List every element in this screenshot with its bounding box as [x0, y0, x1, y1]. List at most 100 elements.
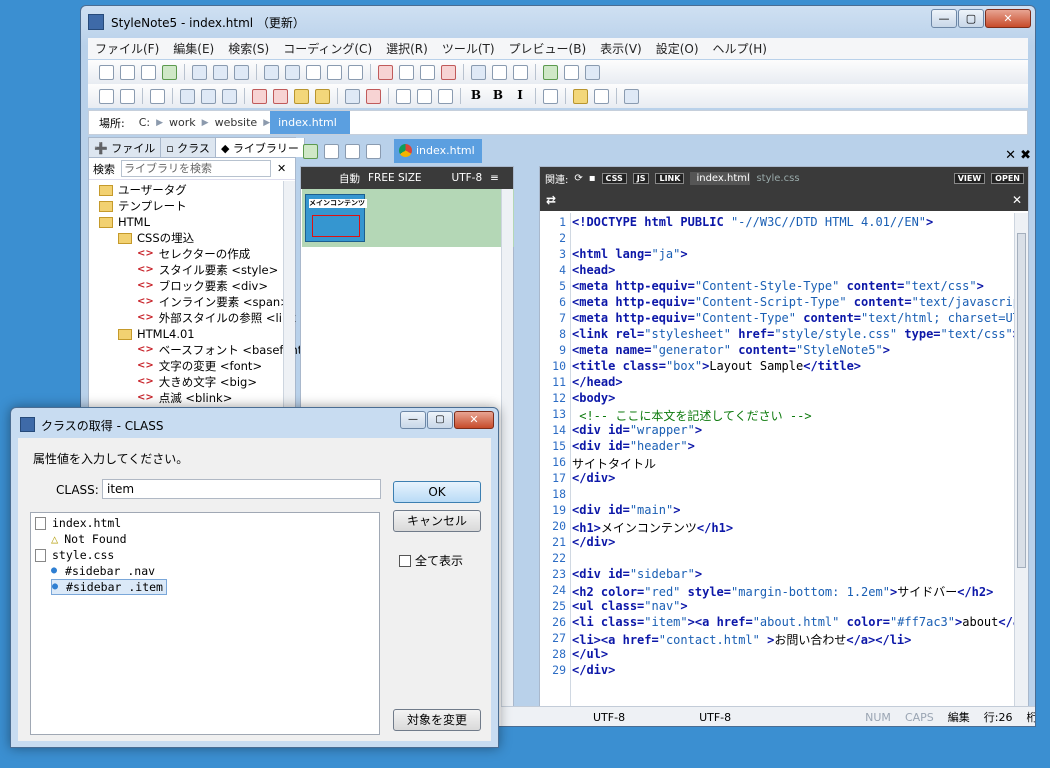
show-all-checkbox[interactable]: 全て表示	[399, 552, 463, 569]
tree-item[interactable]: <> セレクターの作成	[99, 246, 295, 262]
class-list-item[interactable]: style.css	[35, 547, 114, 563]
undo-icon[interactable]	[264, 64, 279, 80]
view-button[interactable]: VIEW	[953, 172, 986, 184]
js-button[interactable]: JS	[632, 172, 650, 184]
redo-icon[interactable]	[285, 64, 300, 80]
breadcrumb-work[interactable]: work	[163, 116, 202, 129]
dialog-maximize-button[interactable]: ▢	[427, 411, 453, 429]
pen-icon[interactable]	[99, 88, 114, 104]
menu-select[interactable]: 選択(R)	[379, 40, 435, 57]
select-icon[interactable]	[585, 64, 600, 80]
code-line[interactable]: <h2 color="red" style="margin-bottom: 1.…	[572, 583, 993, 600]
related-file-other[interactable]: style.css	[756, 173, 799, 184]
paste-icon[interactable]	[348, 64, 363, 80]
tools-icon[interactable]	[120, 88, 135, 104]
code-line[interactable]: <div id="main">	[572, 503, 680, 517]
change-target-button[interactable]: 対象を変更	[393, 709, 481, 731]
doc-red-icon[interactable]	[441, 64, 456, 80]
status-encoding-1[interactable]: UTF-8	[593, 711, 625, 724]
code-line[interactable]: <meta http-equiv="Content-Style-Type" co…	[572, 279, 984, 293]
tree-item[interactable]: テンプレート	[99, 198, 295, 214]
menu-coding[interactable]: コーディング(C)	[276, 40, 379, 57]
align-right-icon[interactable]	[438, 88, 453, 104]
page-icon[interactable]	[543, 88, 558, 104]
table-icon[interactable]	[345, 88, 360, 104]
open-button[interactable]: OPEN	[991, 172, 1024, 184]
link-button[interactable]: LINK	[655, 172, 685, 184]
preview-encoding[interactable]: UTF-8	[452, 172, 483, 184]
doc-list-icon[interactable]	[420, 64, 435, 80]
code-line[interactable]: <head>	[572, 263, 615, 277]
copy-icon[interactable]	[327, 64, 342, 80]
code-line[interactable]: <li class="item"><a href="about.html" co…	[572, 615, 1027, 629]
browser-icon[interactable]	[543, 64, 558, 80]
align-left-icon[interactable]	[396, 88, 411, 104]
tab-list-icon[interactable]	[345, 143, 360, 159]
image2-icon[interactable]	[594, 88, 609, 104]
code-line[interactable]: <h1>メインコンテンツ</h1>	[572, 519, 733, 536]
delete-icon[interactable]	[366, 88, 381, 104]
folder-icon[interactable]	[294, 88, 309, 104]
save-all-icon[interactable]	[162, 64, 177, 80]
class-list-item[interactable]: index.html	[35, 515, 121, 531]
code-scrollbar[interactable]	[1014, 213, 1028, 726]
class-list-item[interactable]: △ Not Found	[51, 531, 127, 547]
italic-button[interactable]: I	[512, 88, 528, 104]
code-line[interactable]: </div>	[572, 535, 615, 549]
related-file-active[interactable]: index.html	[690, 171, 751, 185]
tree-item[interactable]: <> 点滅 <blink>	[99, 390, 295, 406]
tab-class[interactable]: ▫ クラス	[161, 138, 216, 157]
tree-item[interactable]: <> 外部スタイルの参照 <link	[99, 310, 296, 326]
title-bar[interactable]: StyleNote5 - index.html （更新） — ▢ ✕	[81, 6, 1035, 36]
bold-button[interactable]: B	[490, 88, 506, 104]
menu-icon[interactable]: ≡	[490, 172, 499, 184]
tree-item[interactable]: HTML	[99, 214, 295, 230]
code-line[interactable]: <!-- ここに本文を記述してください -->	[572, 407, 811, 424]
code-line[interactable]: <div id="sidebar">	[572, 567, 702, 581]
close-button[interactable]: ✕	[985, 9, 1031, 28]
folder2-icon[interactable]	[315, 88, 330, 104]
menu-preview[interactable]: プレビュー(B)	[502, 40, 594, 57]
home-icon[interactable]	[492, 64, 507, 80]
menu-search[interactable]: 検索(S)	[221, 40, 276, 57]
code-line[interactable]: <meta http-equiv="Content-Type" content=…	[572, 311, 1027, 325]
css-button[interactable]: CSS	[601, 172, 627, 184]
comment-icon[interactable]	[624, 88, 639, 104]
code-line[interactable]: <div id="wrapper">	[572, 423, 702, 437]
cut-icon[interactable]	[306, 64, 321, 80]
next-tab-icon[interactable]	[366, 143, 381, 159]
tree-item[interactable]: HTML4.01	[99, 326, 295, 342]
tree-item[interactable]: <> スタイル要素 <style>	[99, 262, 295, 278]
find-next-icon[interactable]	[234, 64, 249, 80]
image-icon[interactable]	[573, 88, 588, 104]
menu-view[interactable]: 表示(V)	[593, 40, 649, 57]
editor-tab[interactable]: index.html	[394, 139, 482, 163]
tab-library[interactable]: ◆ ライブラリー	[215, 138, 305, 157]
new-file-icon[interactable]	[99, 64, 114, 80]
css-icon[interactable]	[252, 88, 267, 104]
prev-tab-icon[interactable]	[324, 143, 339, 159]
preview-scrollbar[interactable]	[501, 189, 513, 726]
layout-icon[interactable]	[471, 64, 486, 80]
lock-icon[interactable]: ▪	[589, 173, 596, 184]
menu-file[interactable]: ファイル(F)	[88, 40, 166, 57]
code-scroll-thumb[interactable]	[1017, 233, 1026, 568]
preview-mode[interactable]: 自動	[339, 171, 360, 186]
code-line[interactable]: <li><a href="contact.html" >お問い合わせ</a></…	[572, 631, 911, 648]
css2-icon[interactable]	[273, 88, 288, 104]
code-line[interactable]: <title class="box">Layout Sample</title>	[572, 359, 861, 373]
tree-item[interactable]: ユーザータグ	[99, 182, 295, 198]
open-file-icon[interactable]	[120, 64, 135, 80]
code-line[interactable]: <!DOCTYPE html PUBLIC "-//W3C//DTD HTML …	[572, 215, 933, 229]
mail-icon[interactable]	[222, 88, 237, 104]
tag-icon[interactable]	[180, 88, 195, 104]
dropdown-icon[interactable]	[564, 64, 579, 80]
code-line[interactable]: </div>	[572, 663, 615, 677]
new-tab-icon[interactable]	[303, 143, 318, 159]
sync-icon[interactable]: ⇄	[546, 193, 556, 207]
replace-icon[interactable]	[213, 64, 228, 80]
code-line[interactable]: <link rel="stylesheet" href="style/style…	[572, 327, 1020, 341]
status-encoding-2[interactable]: UTF-8	[699, 711, 731, 724]
breadcrumb-drive[interactable]: C:	[133, 116, 156, 129]
close-tab-icon[interactable]: ✕ ✖	[1005, 148, 1031, 163]
